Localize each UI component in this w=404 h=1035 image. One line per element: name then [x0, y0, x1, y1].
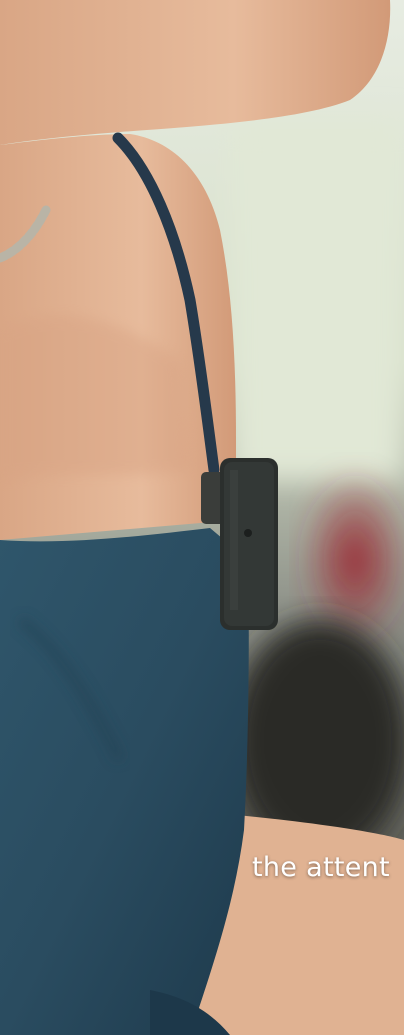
wireless-clip-microphone	[220, 458, 278, 630]
video-frame: the attent	[0, 0, 404, 1035]
dress	[0, 528, 249, 1035]
subtitle-caption: the attent	[252, 852, 390, 883]
